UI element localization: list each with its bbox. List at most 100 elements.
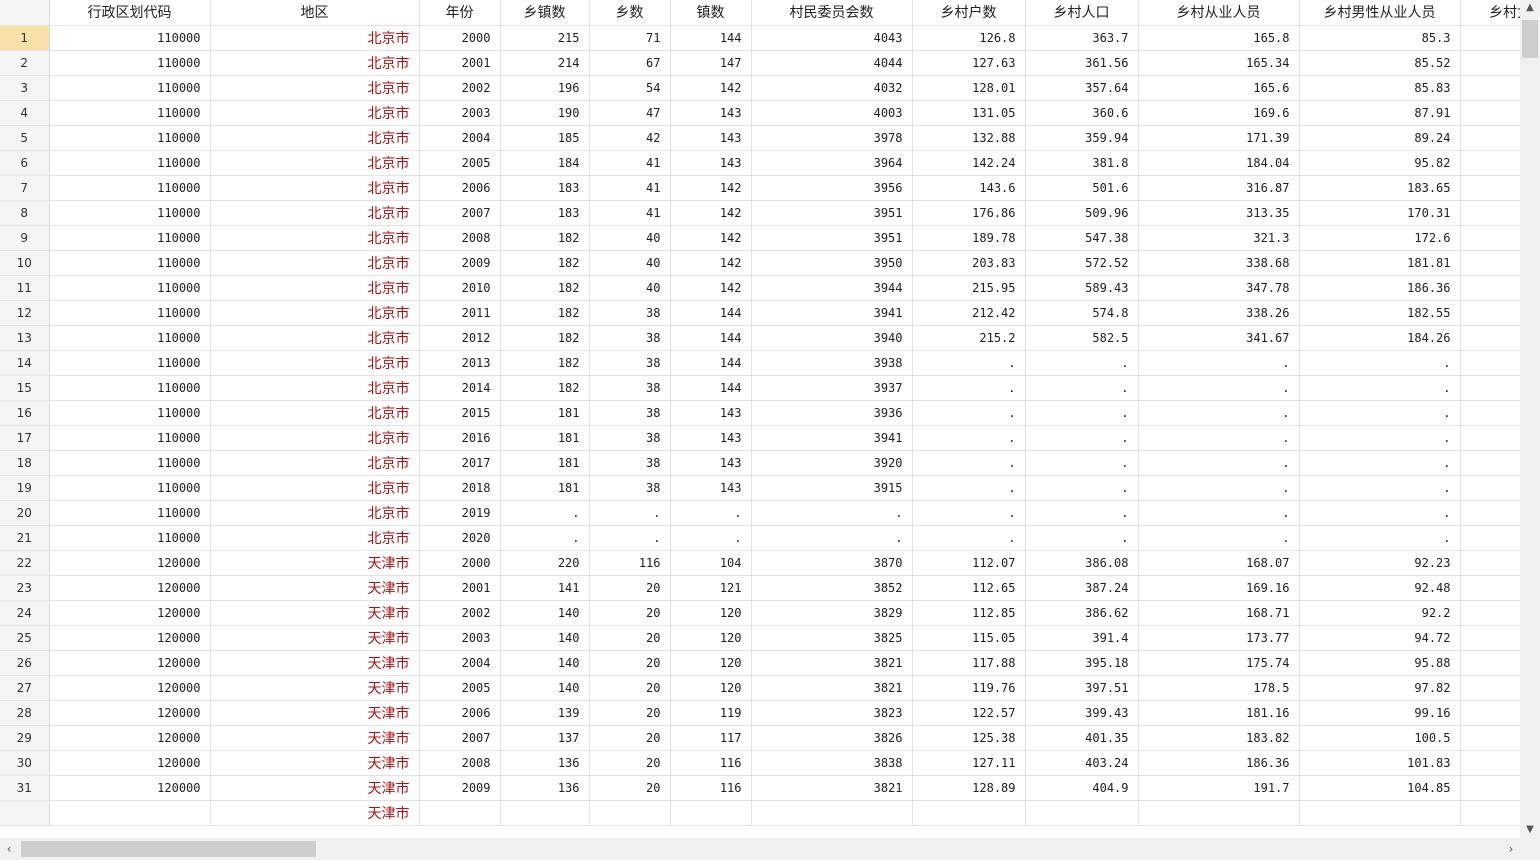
- region-cell[interactable]: 天津市: [210, 800, 420, 826]
- row-number[interactable]: 29: [0, 725, 50, 751]
- data-cell[interactable]: 110000: [49, 75, 211, 101]
- data-cell[interactable]: 117.88: [912, 650, 1026, 676]
- table-row[interactable]: 天津市: [0, 800, 1520, 826]
- data-cell[interactable]: 2001: [419, 50, 501, 76]
- data-cell[interactable]: [1460, 300, 1520, 326]
- data-cell[interactable]: [1460, 275, 1520, 301]
- data-cell[interactable]: .: [1025, 500, 1139, 526]
- data-cell[interactable]: 143: [670, 400, 752, 426]
- data-cell[interactable]: 169.16: [1138, 575, 1300, 601]
- data-cell[interactable]: 2006: [419, 175, 501, 201]
- data-cell[interactable]: 144: [670, 300, 752, 326]
- data-cell[interactable]: 183.65: [1299, 175, 1461, 201]
- data-cell[interactable]: 2012: [419, 325, 501, 351]
- row-number[interactable]: 13: [0, 325, 50, 351]
- data-cell[interactable]: 3938: [751, 350, 913, 376]
- data-cell[interactable]: 120000: [49, 575, 211, 601]
- data-cell[interactable]: 171.39: [1138, 125, 1300, 151]
- data-cell[interactable]: 403.24: [1025, 750, 1139, 776]
- data-cell[interactable]: 181: [500, 400, 590, 426]
- data-cell[interactable]: 99.16: [1299, 700, 1461, 726]
- data-cell[interactable]: 142: [670, 275, 752, 301]
- data-cell[interactable]: [1460, 550, 1520, 576]
- data-cell[interactable]: 142.24: [912, 150, 1026, 176]
- data-cell[interactable]: 185: [500, 125, 590, 151]
- data-cell[interactable]: 2007: [419, 200, 501, 226]
- data-cell[interactable]: [1460, 400, 1520, 426]
- data-cell[interactable]: 3951: [751, 225, 913, 251]
- column-header[interactable]: 乡村从业人员: [1138, 0, 1300, 26]
- column-header[interactable]: 村民委员会数: [751, 0, 913, 26]
- data-cell[interactable]: 2002: [419, 75, 501, 101]
- data-cell[interactable]: 2004: [419, 650, 501, 676]
- region-cell[interactable]: 北京市: [210, 175, 420, 201]
- data-cell[interactable]: 3823: [751, 700, 913, 726]
- data-cell[interactable]: 395.18: [1025, 650, 1139, 676]
- data-cell[interactable]: 3940: [751, 325, 913, 351]
- data-cell[interactable]: 2005: [419, 675, 501, 701]
- data-cell[interactable]: 20: [589, 575, 671, 601]
- data-cell[interactable]: 2002: [419, 600, 501, 626]
- data-cell[interactable]: .: [912, 450, 1026, 476]
- data-cell[interactable]: 95.82: [1299, 150, 1461, 176]
- data-cell[interactable]: 582.5: [1025, 325, 1139, 351]
- region-cell[interactable]: 北京市: [210, 50, 420, 76]
- data-cell[interactable]: 116: [670, 775, 752, 801]
- data-cell[interactable]: 361.56: [1025, 50, 1139, 76]
- data-cell[interactable]: 143: [670, 100, 752, 126]
- data-cell[interactable]: [1025, 800, 1139, 826]
- region-cell[interactable]: 北京市: [210, 400, 420, 426]
- data-cell[interactable]: 97.82: [1299, 675, 1461, 701]
- data-cell[interactable]: 110000: [49, 25, 211, 51]
- data-cell[interactable]: 214: [500, 50, 590, 76]
- data-cell[interactable]: 147: [670, 50, 752, 76]
- data-cell[interactable]: 2013: [419, 350, 501, 376]
- data-cell[interactable]: .: [1025, 375, 1139, 401]
- data-cell[interactable]: 143: [670, 450, 752, 476]
- region-cell[interactable]: 北京市: [210, 500, 420, 526]
- data-cell[interactable]: 386.62: [1025, 600, 1139, 626]
- data-cell[interactable]: 132.88: [912, 125, 1026, 151]
- data-cell[interactable]: 38: [589, 300, 671, 326]
- row-number[interactable]: 8: [0, 200, 50, 226]
- data-cell[interactable]: 2010: [419, 275, 501, 301]
- row-number[interactable]: 7: [0, 175, 50, 201]
- region-cell[interactable]: 北京市: [210, 300, 420, 326]
- data-cell[interactable]: [589, 800, 671, 826]
- data-cell[interactable]: 3915: [751, 475, 913, 501]
- data-cell[interactable]: [1460, 775, 1520, 801]
- column-header[interactable]: 乡村女: [1460, 0, 1520, 26]
- data-cell[interactable]: 3821: [751, 650, 913, 676]
- column-header[interactable]: 乡数: [589, 0, 671, 26]
- data-cell[interactable]: 2008: [419, 225, 501, 251]
- data-cell[interactable]: 3944: [751, 275, 913, 301]
- column-header[interactable]: 地区: [210, 0, 420, 26]
- region-cell[interactable]: 天津市: [210, 575, 420, 601]
- data-cell[interactable]: 120000: [49, 775, 211, 801]
- data-cell[interactable]: [751, 800, 913, 826]
- data-cell[interactable]: [1460, 200, 1520, 226]
- data-cell[interactable]: [1460, 50, 1520, 76]
- data-cell[interactable]: .: [1025, 525, 1139, 551]
- data-cell[interactable]: [1460, 150, 1520, 176]
- data-cell[interactable]: 143: [670, 125, 752, 151]
- row-number[interactable]: 6: [0, 150, 50, 176]
- data-cell[interactable]: 120000: [49, 700, 211, 726]
- data-cell[interactable]: 203.83: [912, 250, 1026, 276]
- row-number[interactable]: 21: [0, 525, 50, 551]
- horizontal-scrollbar[interactable]: ‹ ›: [0, 838, 1520, 860]
- data-cell[interactable]: 2003: [419, 625, 501, 651]
- data-cell[interactable]: [1460, 375, 1520, 401]
- column-header[interactable]: 乡村人口: [1025, 0, 1139, 26]
- data-cell[interactable]: 92.48: [1299, 575, 1461, 601]
- data-cell[interactable]: 316.87: [1138, 175, 1300, 201]
- row-number[interactable]: 28: [0, 700, 50, 726]
- table-row[interactable]: 3 110000 北京市 2002 196 54 142 4032 128.01 357.64 16…: [0, 75, 1520, 101]
- data-cell[interactable]: 100.5: [1299, 725, 1461, 751]
- table-row[interactable]: 27 120000 天津市 2005 140 20 120 3821 119.76 397.51 1…: [0, 675, 1520, 701]
- data-cell[interactable]: 144: [670, 375, 752, 401]
- column-header[interactable]: 年份: [419, 0, 501, 26]
- data-cell[interactable]: 40: [589, 275, 671, 301]
- data-cell[interactable]: 341.67: [1138, 325, 1300, 351]
- region-cell[interactable]: 天津市: [210, 675, 420, 701]
